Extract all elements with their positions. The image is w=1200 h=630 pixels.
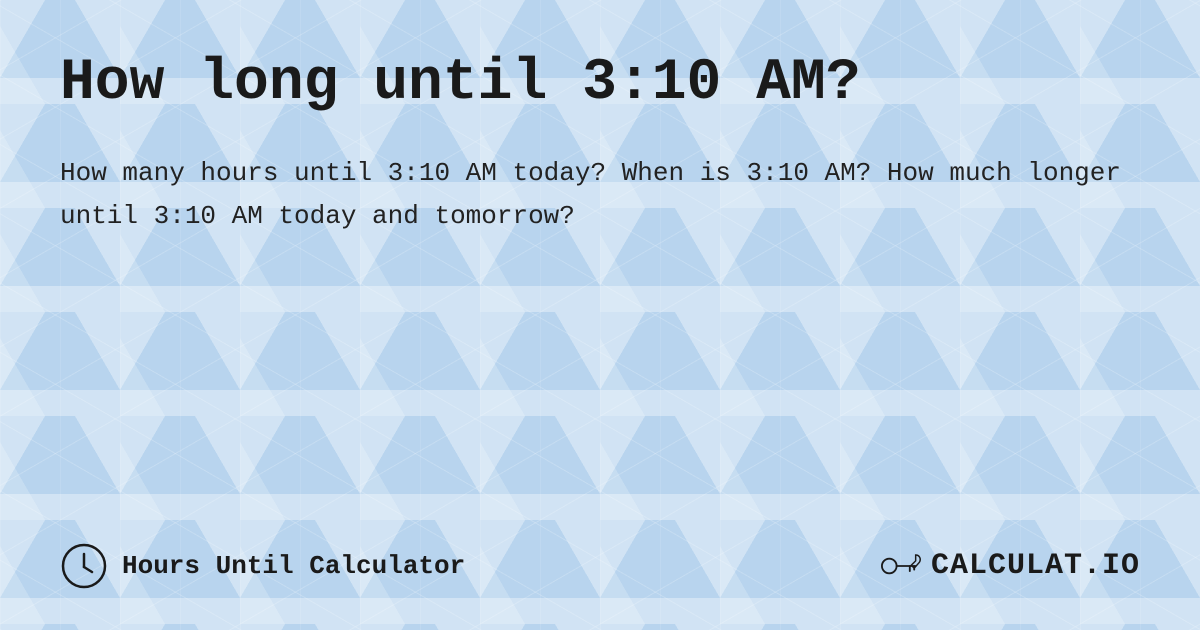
top-section: How long until 3:10 AM? How many hours u… [60, 52, 1140, 238]
footer-logo: CALCULAT.IO [879, 544, 1140, 588]
page-description: How many hours until 3:10 AM today? When… [60, 152, 1140, 238]
page-content: How long until 3:10 AM? How many hours u… [0, 0, 1200, 630]
footer-branding: Hours Until Calculator [60, 542, 465, 590]
page-title: How long until 3:10 AM? [60, 52, 1140, 116]
logo-icon [879, 544, 923, 588]
logo-text: CALCULAT.IO [931, 549, 1140, 583]
clock-icon [60, 542, 108, 590]
footer-site-label: Hours Until Calculator [122, 551, 465, 581]
page-footer: Hours Until Calculator CALCULAT.IO [60, 542, 1140, 590]
